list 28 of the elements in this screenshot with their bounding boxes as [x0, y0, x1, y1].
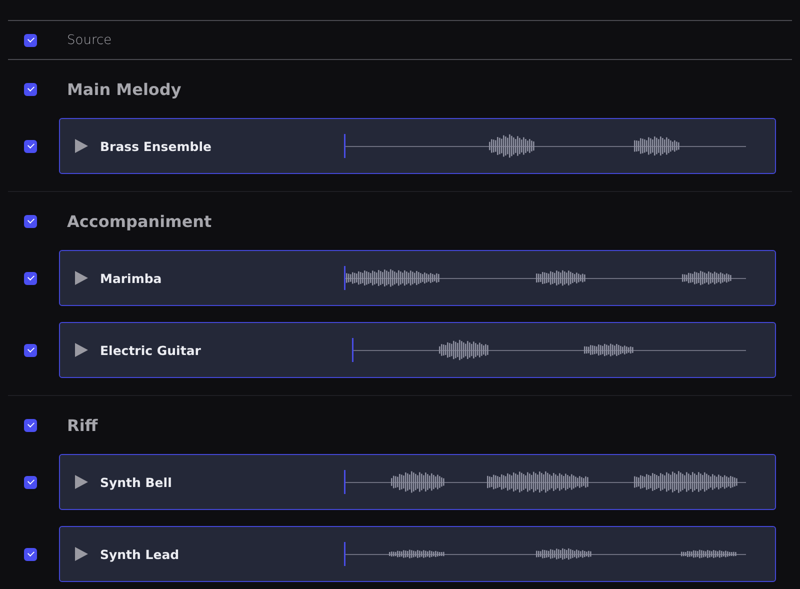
track-name: Synth Bell [100, 474, 173, 490]
group-title: Riff [67, 416, 98, 434]
group-title: Accompaniment [67, 212, 212, 230]
play-icon[interactable] [75, 271, 88, 285]
checkbox[interactable] [24, 214, 37, 228]
track-card[interactable]: Brass Ensemble [59, 118, 776, 174]
group-title: Main Melody [67, 80, 182, 98]
checkbox[interactable] [24, 82, 37, 96]
track-name: Electric Guitar [100, 342, 202, 358]
play-icon[interactable] [75, 343, 88, 357]
checkbox[interactable] [24, 548, 37, 560]
track-name: Brass Ensemble [100, 138, 212, 154]
checkbox[interactable] [24, 476, 37, 488]
track-name: Marimba [100, 270, 163, 286]
checkbox[interactable] [24, 344, 37, 356]
checkbox[interactable] [24, 140, 37, 152]
play-icon[interactable] [75, 139, 88, 153]
track-card[interactable]: Marimba [59, 250, 776, 306]
play-icon[interactable] [75, 475, 88, 489]
checkbox[interactable] [24, 418, 37, 432]
play-icon[interactable] [75, 547, 88, 561]
track-card[interactable]: Electric Guitar [59, 322, 776, 378]
checkbox[interactable] [24, 272, 37, 284]
checkbox[interactable] [24, 34, 37, 46]
track-card[interactable]: Synth Lead [59, 526, 776, 582]
track-card[interactable]: Synth Bell [59, 454, 776, 510]
column-header: Source [67, 32, 112, 48]
track-name: Synth Lead [100, 546, 180, 562]
